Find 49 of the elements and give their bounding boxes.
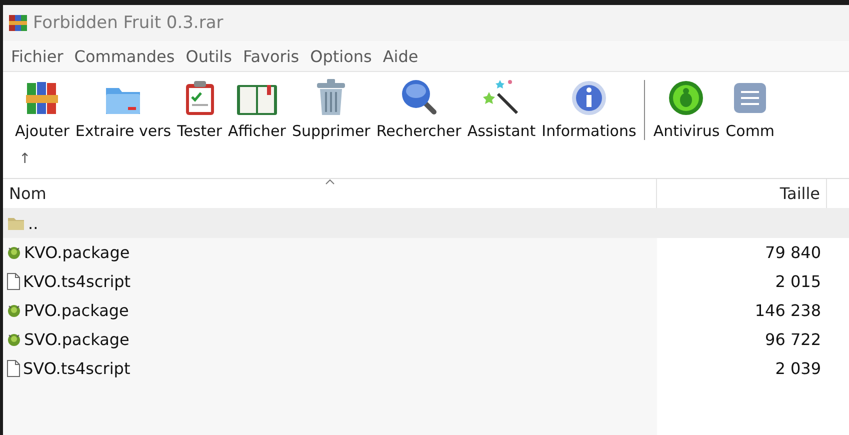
- menu-item[interactable]: Outils: [182, 46, 239, 66]
- file-size: 2 039: [775, 359, 821, 378]
- magnifier-icon: [400, 78, 438, 116]
- toolbar-button[interactable]: Antivirus: [651, 78, 722, 140]
- menu-item[interactable]: Favoris: [238, 46, 306, 66]
- file-name: SVO.package: [24, 330, 130, 349]
- clipboard-icon: [184, 80, 216, 116]
- book-icon: [236, 82, 278, 116]
- toolbar-button[interactable]: Rechercher: [374, 78, 464, 140]
- column-header[interactable]: Taille: [657, 179, 827, 208]
- toolbar-button[interactable]: Informations: [540, 78, 638, 140]
- file-size: 79 840: [765, 243, 821, 262]
- toolbar-button[interactable]: Extraire vers: [73, 78, 174, 140]
- file-size: 146 238: [754, 301, 821, 320]
- column-header[interactable]: Nom: [3, 179, 657, 208]
- file-row[interactable]: ..: [3, 209, 849, 238]
- toolbar-button[interactable]: Ajouter: [13, 78, 72, 140]
- file-name: KVO.ts4script: [23, 272, 131, 291]
- bug-icon: [7, 303, 21, 318]
- file-name: ..: [28, 214, 38, 233]
- up-button[interactable]: ↑: [17, 151, 33, 167]
- file-name: PVO.package: [24, 301, 129, 320]
- bug-icon: [7, 332, 21, 347]
- toolbar-button[interactable]: Comm: [724, 78, 777, 140]
- menu-item[interactable]: Aide: [378, 46, 426, 66]
- window-title: Forbidden Fruit 0.3.rar: [33, 13, 224, 33]
- archive-icon: [9, 15, 27, 31]
- toolbar-button[interactable]: Afficher: [226, 78, 288, 140]
- books-icon: [24, 80, 60, 116]
- menu-item[interactable]: Options: [306, 46, 379, 66]
- file-size: 2 015: [775, 272, 821, 291]
- file-name: KVO.package: [24, 243, 130, 262]
- bug-icon: [668, 80, 704, 116]
- file-icon: [7, 360, 20, 377]
- menu-item[interactable]: Fichier: [7, 46, 70, 66]
- list-icon: [732, 80, 768, 116]
- info-icon: [570, 80, 607, 116]
- file-icon: [7, 273, 20, 290]
- toolbar-button[interactable]: Supprimer: [290, 78, 372, 140]
- toolbar-button[interactable]: Tester: [175, 78, 224, 140]
- file-name: SVO.ts4script: [23, 359, 130, 378]
- bug-icon: [7, 245, 21, 260]
- menu-item[interactable]: Commandes: [70, 46, 182, 66]
- trash-icon: [315, 78, 348, 116]
- toolbar-button[interactable]: Assistant: [465, 78, 538, 140]
- magic-wand-icon: [482, 78, 520, 116]
- folder-icon: [7, 216, 25, 231]
- sort-caret-icon: [325, 179, 335, 185]
- file-size: 96 722: [765, 330, 821, 349]
